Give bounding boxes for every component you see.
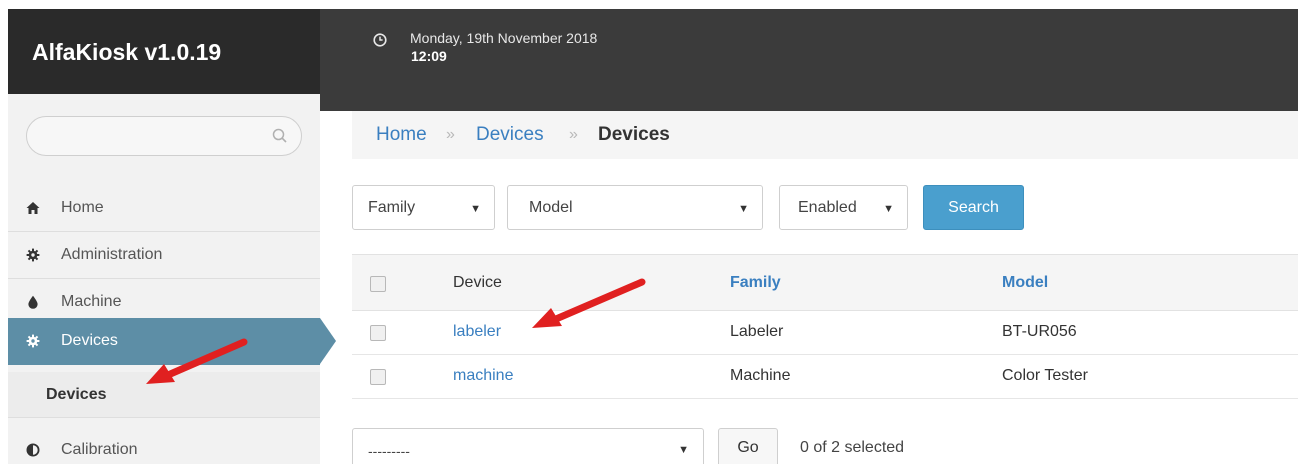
- chevron-down-icon: ▼: [883, 203, 894, 215]
- column-header-device[interactable]: Device: [453, 274, 502, 292]
- device-link[interactable]: labeler: [453, 323, 501, 341]
- devices-table: Device Family Model labeler Labeler BT-U…: [352, 254, 1298, 399]
- enabled-select-value: Enabled: [798, 199, 857, 216]
- sidebar-subitem-devices[interactable]: Devices: [8, 372, 320, 418]
- sidebar: Home Administration Machine Devices Devi…: [8, 94, 336, 464]
- breadcrumb-separator: »: [569, 126, 578, 143]
- family-cell: Labeler: [730, 323, 784, 340]
- go-button[interactable]: Go: [718, 428, 778, 464]
- bulk-action-value: ---------: [368, 443, 410, 459]
- bulk-action-select[interactable]: --------- ▼: [352, 428, 704, 464]
- search-button[interactable]: Search: [923, 185, 1024, 230]
- clock-icon: [373, 33, 387, 47]
- table-row: labeler Labeler BT-UR056: [352, 311, 1298, 355]
- sidebar-search-input[interactable]: [26, 116, 302, 156]
- home-icon: [26, 202, 40, 214]
- active-indicator: [320, 318, 336, 364]
- drop-icon: [28, 295, 38, 309]
- header-date: Monday, 19th November 2018: [410, 30, 598, 46]
- model-select-value: Model: [529, 199, 573, 216]
- breadcrumb-separator: »: [446, 126, 455, 143]
- gear-icon: [26, 334, 40, 348]
- sidebar-subitem-label: Devices: [46, 386, 107, 403]
- family-cell: Machine: [730, 367, 791, 384]
- model-cell: BT-UR056: [1002, 323, 1077, 340]
- row-checkbox[interactable]: [370, 325, 386, 341]
- gear-icon: [26, 248, 40, 262]
- sidebar-item-label: Calibration: [61, 441, 138, 458]
- sidebar-item-label: Administration: [61, 246, 163, 263]
- selected-count: 0 of 2 selected: [800, 439, 905, 456]
- table-header: Device Family Model: [352, 255, 1298, 311]
- breadcrumb-home[interactable]: Home: [376, 124, 427, 146]
- app-title[interactable]: AlfaKiosk v1.0.19: [32, 39, 221, 66]
- breadcrumb-devices[interactable]: Devices: [476, 124, 544, 146]
- header-time: 12:09: [411, 48, 447, 64]
- sidebar-item-home[interactable]: Home: [8, 185, 320, 232]
- device-link[interactable]: machine: [453, 367, 513, 385]
- select-all-checkbox[interactable]: [370, 276, 386, 292]
- sidebar-item-administration[interactable]: Administration: [8, 232, 320, 279]
- chevron-down-icon: ▼: [738, 203, 749, 215]
- sidebar-item-calibration[interactable]: Calibration: [8, 427, 320, 464]
- family-select[interactable]: Family ▼: [352, 185, 495, 230]
- family-select-value: Family: [368, 199, 416, 216]
- breadcrumb-current: Devices: [598, 124, 670, 145]
- chevron-down-icon: ▼: [678, 444, 689, 456]
- sidebar-item-label: Home: [61, 199, 104, 216]
- table-row: machine Machine Color Tester: [352, 355, 1298, 399]
- breadcrumb: Home » Devices » Devices: [352, 111, 1298, 159]
- sidebar-item-label: Devices: [61, 332, 118, 349]
- column-header-model[interactable]: Model: [1002, 274, 1048, 292]
- enabled-select[interactable]: Enabled ▼: [779, 185, 908, 230]
- search-icon[interactable]: [271, 127, 289, 145]
- model-cell: Color Tester: [1002, 367, 1088, 384]
- sidebar-item-label: Machine: [61, 293, 122, 310]
- row-checkbox[interactable]: [370, 369, 386, 385]
- sidebar-item-devices[interactable]: Devices: [8, 318, 336, 365]
- chevron-down-icon: ▼: [470, 203, 481, 215]
- half-circle-icon: [26, 443, 40, 457]
- model-select[interactable]: Model ▼: [507, 185, 763, 230]
- column-header-family[interactable]: Family: [730, 274, 781, 292]
